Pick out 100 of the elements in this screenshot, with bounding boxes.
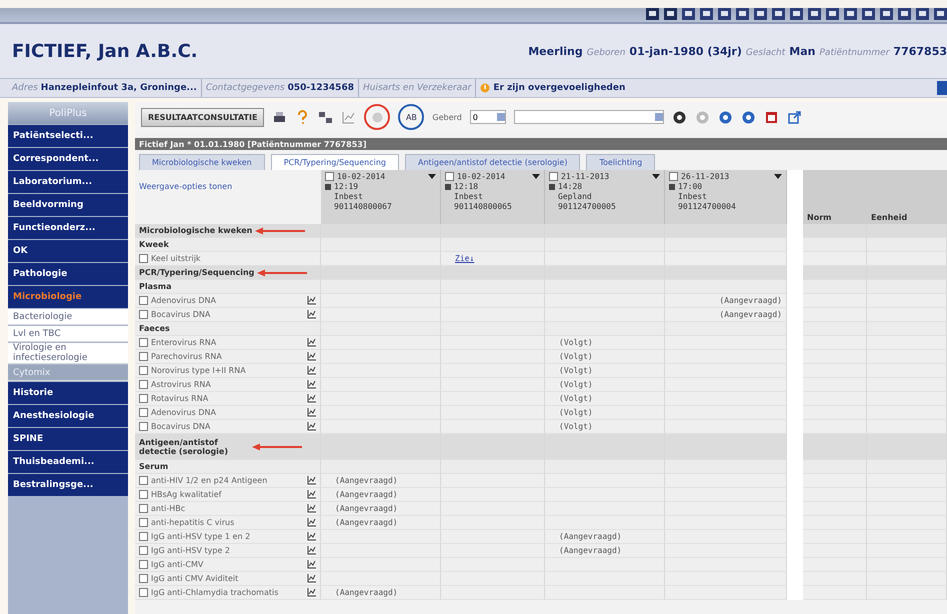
toolbar-icon[interactable] <box>754 8 767 20</box>
toolbar-icon[interactable] <box>808 8 821 20</box>
toolbar-icon[interactable] <box>700 8 713 20</box>
scrollbar[interactable] <box>787 170 803 600</box>
sidebar-item[interactable]: Laboratorium... <box>8 171 128 193</box>
layout-icon[interactable] <box>318 110 334 124</box>
toolbar-icon[interactable] <box>880 8 893 20</box>
sidebar-item[interactable]: Microbiologie <box>8 286 128 308</box>
printer-icon[interactable] <box>272 110 288 124</box>
toolbar-icon[interactable] <box>736 8 749 20</box>
row-checkbox[interactable] <box>139 504 148 513</box>
sidebar-item[interactable]: Beeldvorming <box>8 194 128 216</box>
sidebar-item[interactable]: Bacteriologie <box>8 309 128 325</box>
toolbar-icon[interactable] <box>844 8 857 20</box>
toolbar-icon[interactable] <box>790 8 803 20</box>
row-checkbox[interactable] <box>139 254 148 263</box>
caret-icon[interactable] <box>774 174 782 179</box>
dropdown-field[interactable] <box>514 110 664 124</box>
row-checkbox[interactable] <box>139 574 148 583</box>
ab-button[interactable]: AB <box>406 112 417 122</box>
column-checkbox[interactable] <box>549 172 558 181</box>
sidebar-item[interactable]: Functieonderz... <box>8 217 128 239</box>
chart-icon[interactable] <box>307 380 316 389</box>
row-checkbox[interactable] <box>139 338 148 347</box>
sidebar-item[interactable]: Virologie en infectieserologie <box>8 343 128 364</box>
toolbar-icon[interactable] <box>772 8 785 20</box>
chart-icon[interactable] <box>307 588 316 597</box>
toolbar-icon[interactable] <box>646 8 659 20</box>
table-cell <box>803 530 867 544</box>
chart-icon[interactable] <box>307 574 316 583</box>
dropdown-icon[interactable] <box>496 113 505 121</box>
circle-icon[interactable] <box>740 110 756 124</box>
chart-icon[interactable] <box>307 394 316 403</box>
chart-icon[interactable] <box>307 490 316 499</box>
result-link[interactable]: Zie↓ <box>455 254 474 263</box>
chart-icon[interactable] <box>307 532 316 541</box>
sidebar-item[interactable]: Lvl en TBC <box>8 326 128 342</box>
chart-icon[interactable] <box>307 366 316 375</box>
display-options-link[interactable]: Weergave-opties tonen <box>139 182 232 191</box>
toolbar-icon[interactable] <box>682 8 695 20</box>
export-icon[interactable] <box>786 110 802 124</box>
toolbar-icon[interactable] <box>916 8 929 20</box>
row-checkbox[interactable] <box>139 352 148 361</box>
toolbar-icon[interactable] <box>718 8 731 20</box>
sidebar-item[interactable]: Anesthesiologie <box>8 405 128 427</box>
filter-select[interactable]: 0 <box>470 110 506 124</box>
caret-icon[interactable] <box>428 174 436 179</box>
toolbar-icon[interactable] <box>898 8 911 20</box>
circle-icon[interactable] <box>718 110 733 124</box>
column-checkbox[interactable] <box>445 172 454 181</box>
row-checkbox[interactable] <box>139 560 148 569</box>
row-checkbox[interactable] <box>139 588 148 597</box>
circle-icon[interactable] <box>672 110 687 124</box>
toolbar-icon[interactable] <box>664 8 677 20</box>
chart-icon[interactable] <box>307 310 316 319</box>
row-checkbox[interactable] <box>139 490 148 499</box>
tab[interactable]: Antigeen/antistof detectie (serologie) <box>405 154 580 170</box>
tab[interactable]: Microbiologische kweken <box>139 154 265 170</box>
sidebar-item[interactable]: Historie <box>8 382 128 404</box>
tab[interactable]: PCR/Typering/Sequencing <box>270 154 399 170</box>
calendar-icon[interactable] <box>764 110 779 124</box>
caret-icon[interactable] <box>532 174 540 179</box>
chart-icon[interactable] <box>307 422 316 431</box>
sidebar-item[interactable]: Thuisbeademi... <box>8 451 128 473</box>
caret-icon[interactable] <box>652 174 660 179</box>
row-checkbox[interactable] <box>139 422 148 431</box>
sidebar-item[interactable]: Bestralingsge... <box>8 474 128 496</box>
sidebar-item[interactable]: Patiëntselecti... <box>8 125 128 147</box>
chart-icon[interactable] <box>307 504 316 513</box>
column-checkbox[interactable] <box>325 172 334 181</box>
tab[interactable]: Toelichting <box>586 154 656 170</box>
row-checkbox[interactable] <box>139 518 148 527</box>
dropdown-icon[interactable] <box>654 113 663 121</box>
sidebar-item[interactable]: Correspondent... <box>8 148 128 170</box>
chart-icon[interactable] <box>307 408 316 417</box>
row-checkbox[interactable] <box>139 532 148 541</box>
toolbar-icon[interactable] <box>862 8 875 20</box>
chart-icon[interactable] <box>307 352 316 361</box>
chart-icon[interactable] <box>307 296 316 305</box>
column-checkbox[interactable] <box>669 172 678 181</box>
toolbar-icon[interactable] <box>826 8 839 20</box>
row-checkbox[interactable] <box>139 408 148 417</box>
row-checkbox[interactable] <box>139 366 148 375</box>
sidebar-item[interactable]: Pathologie <box>8 263 128 285</box>
chart-icon[interactable] <box>307 546 316 555</box>
row-checkbox[interactable] <box>139 546 148 555</box>
row-checkbox[interactable] <box>139 394 148 403</box>
chart-icon[interactable] <box>307 560 316 569</box>
toolbar-icon[interactable] <box>934 8 947 20</box>
chart-icon[interactable] <box>307 476 316 485</box>
row-checkbox[interactable] <box>139 296 148 305</box>
sidebar-item[interactable]: SPINE <box>8 428 128 450</box>
results-button[interactable]: RESULTAATCONSULTATIE <box>141 108 264 126</box>
row-checkbox[interactable] <box>139 380 148 389</box>
chart-icon[interactable] <box>307 518 316 527</box>
chart-icon[interactable] <box>307 338 316 347</box>
row-checkbox[interactable] <box>139 310 148 319</box>
sidebar-item[interactable]: OK <box>8 240 128 262</box>
row-checkbox[interactable] <box>139 476 148 485</box>
allergy-warning[interactable]: Er zijn overgevoeligheden <box>493 83 626 93</box>
